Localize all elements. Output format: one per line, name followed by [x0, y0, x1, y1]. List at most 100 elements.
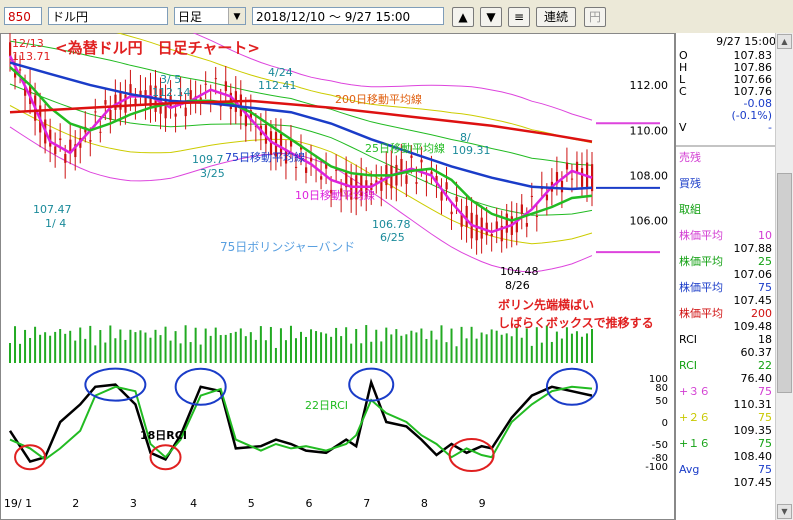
- candle-body: [64, 154, 67, 163]
- volume-bar: [129, 329, 132, 363]
- legend-value: 107.88: [734, 242, 773, 255]
- trough-date-label: 8/26: [505, 279, 530, 292]
- candle-body: [184, 107, 187, 117]
- volume-bar: [360, 343, 363, 363]
- volume-bar: [550, 341, 553, 363]
- info-key: V: [679, 121, 687, 134]
- vertical-scrollbar[interactable]: ▲ ▼: [775, 33, 793, 520]
- volume-bar: [9, 343, 11, 363]
- volume-bar: [555, 331, 558, 363]
- price-tick-label: 112.00: [630, 79, 669, 92]
- legend-param: 18: [758, 333, 772, 346]
- volume-bar: [259, 326, 262, 363]
- volume-bar: [585, 333, 588, 363]
- trough-label: 104.48: [500, 265, 539, 278]
- price-tick-label: 108.00: [630, 169, 669, 182]
- candle-body: [174, 113, 177, 117]
- volume-bar: [315, 331, 318, 363]
- volume-bar: [219, 335, 222, 363]
- volume-bar: [69, 330, 72, 363]
- ma10-label: 10日移動平均線: [295, 188, 375, 202]
- candle-body: [580, 168, 584, 187]
- scroll-thumb[interactable]: [777, 173, 792, 393]
- volume-bar: [300, 331, 302, 363]
- volume-bar: [269, 326, 272, 363]
- down-arrow-button[interactable]: ▼: [480, 7, 502, 27]
- candle-body: [545, 194, 549, 201]
- date-range-field[interactable]: 2018/12/10 ～ 9/27 15:00: [252, 7, 444, 25]
- volume-bar: [525, 328, 528, 363]
- volume-bar: [39, 334, 42, 363]
- volume-bar: [274, 347, 277, 363]
- candle-body: [575, 161, 579, 172]
- candle-body: [294, 166, 298, 168]
- candle-body: [570, 178, 574, 180]
- code-input[interactable]: 850: [4, 7, 42, 25]
- volume-bar: [239, 328, 242, 363]
- toolbar: 850 ドル円 日足 ▼ 2018/12/10 ～ 9/27 15:00 ▲ ▼…: [0, 0, 793, 34]
- info-value: -: [768, 121, 772, 134]
- volume-bar: [244, 336, 247, 363]
- legend-value: 109.35: [734, 424, 773, 437]
- peak-date-label: 3/ 5: [160, 73, 181, 86]
- volume-bar: [29, 337, 32, 363]
- volume-bar: [485, 334, 488, 363]
- volume-bar: [495, 330, 498, 363]
- volume-bar: [455, 346, 458, 363]
- yen-button[interactable]: 円: [584, 7, 606, 27]
- price-tick-label: 110.00: [630, 124, 669, 137]
- volume-bar: [189, 342, 192, 363]
- candle-body: [495, 221, 498, 230]
- candle-body: [164, 98, 167, 119]
- candle-body: [425, 180, 428, 182]
- legend-label: RCI: [679, 359, 697, 372]
- volume-bar: [380, 341, 383, 363]
- candle-body: [420, 159, 423, 163]
- volume-bar: [174, 331, 177, 363]
- up-arrow-button[interactable]: ▲: [452, 7, 474, 27]
- volume-bar: [104, 342, 107, 363]
- legend-value: 107.45: [734, 476, 773, 489]
- x-tick-label: 2: [72, 497, 79, 510]
- legend-value: 60.37: [741, 346, 773, 359]
- volume-bar: [580, 336, 583, 363]
- legend-label: 株価平均: [679, 280, 723, 294]
- volume-bar: [194, 327, 197, 363]
- period-select[interactable]: 日足 ▼: [174, 7, 246, 25]
- legend-label: 株価平均: [679, 306, 723, 320]
- candle-body: [525, 223, 528, 227]
- continuous-button[interactable]: 連続: [536, 7, 576, 27]
- volume-bar: [179, 343, 182, 363]
- volume-bar: [279, 328, 282, 363]
- volume-bar: [84, 338, 87, 363]
- volume-bar: [570, 333, 573, 363]
- volume-bar: [264, 340, 267, 363]
- scroll-up-icon[interactable]: ▲: [777, 34, 792, 49]
- volume-bar: [24, 329, 27, 363]
- candle-body: [19, 69, 22, 71]
- top-price-label: 113.71: [12, 50, 51, 63]
- candle-body: [305, 167, 308, 173]
- candle-body: [415, 182, 418, 184]
- volume-bar: [164, 326, 167, 363]
- peak-date-label: 3/25: [200, 167, 225, 180]
- period-select-label: 日足: [178, 10, 203, 24]
- legend-label: 取組: [679, 203, 701, 216]
- info-value: (-0.1%): [732, 109, 773, 122]
- volume-bar: [505, 333, 508, 363]
- volume-bar: [470, 326, 473, 363]
- menu-button[interactable]: ≡: [508, 7, 530, 27]
- volume-bar: [390, 334, 393, 363]
- rci-tick-label: 80: [655, 383, 668, 394]
- volume-bar: [345, 327, 348, 363]
- candle-body: [455, 196, 458, 202]
- scroll-down-icon[interactable]: ▼: [777, 504, 792, 519]
- candle-body: [565, 162, 569, 170]
- candle-body: [214, 78, 217, 80]
- peak-label: 112.14: [152, 86, 191, 99]
- x-tick-label: 4: [190, 497, 197, 510]
- volume-bar: [480, 332, 483, 363]
- volume-bar: [229, 333, 232, 363]
- pair-input[interactable]: ドル円: [48, 7, 168, 25]
- top-date-label: 12/13: [12, 37, 44, 50]
